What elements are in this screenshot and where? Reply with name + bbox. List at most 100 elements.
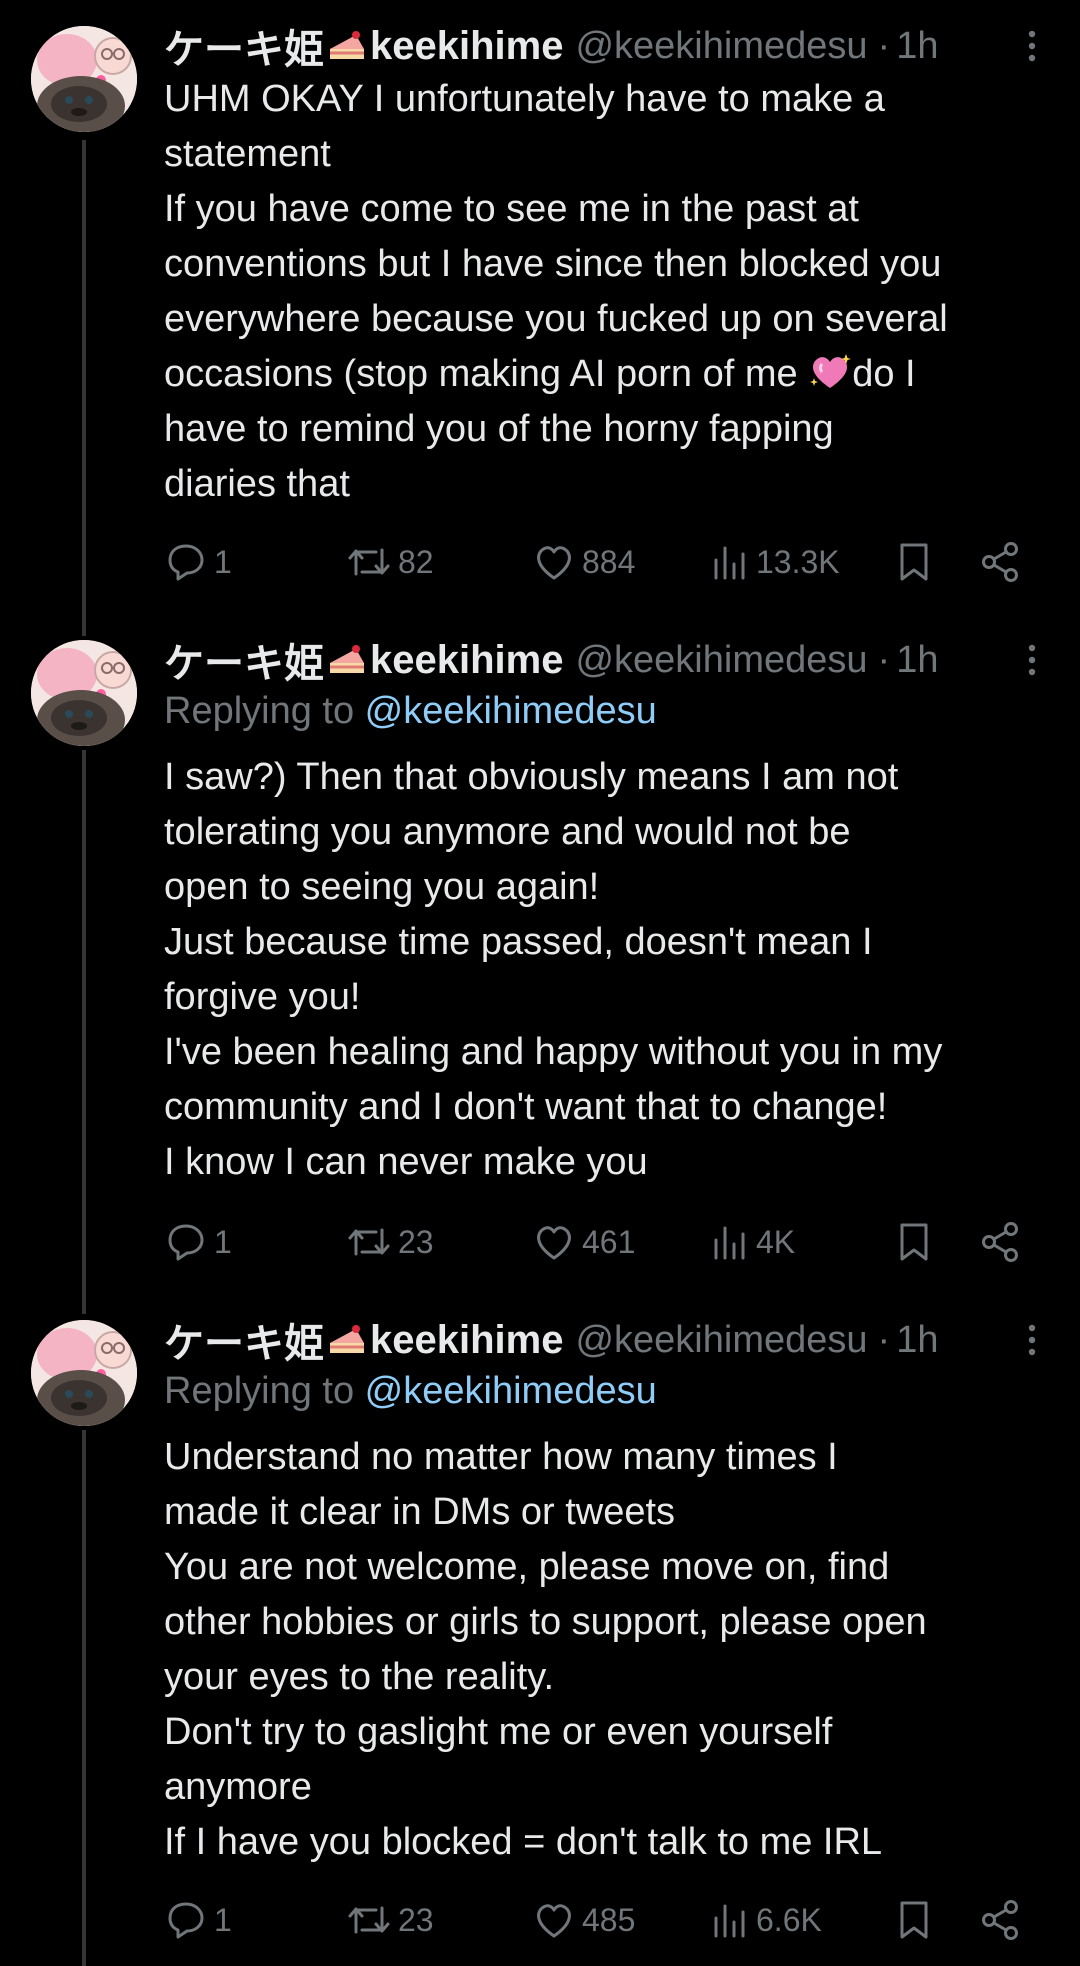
tweet-text-line: If you have come to see me in the past a… [164, 188, 859, 230]
like-count: 485 [582, 1901, 636, 1938]
tweet-text-line: forgive you! [164, 976, 361, 1018]
mention-link[interactable]: @keekihimedesu [365, 1370, 657, 1412]
like-button[interactable]: 485 [532, 1892, 635, 1948]
timestamp[interactable]: 1h [896, 1319, 938, 1362]
user-handle[interactable]: @keekihimedesu [575, 1319, 867, 1362]
tweet-text-line: open to seeing you again! [164, 866, 600, 908]
tweet-text: UHM OKAY I unfortunately have to make a … [164, 72, 1064, 512]
user-handle[interactable]: @keekihimedesu [575, 639, 867, 682]
display-name[interactable]: ケーキ姫 keekihime [164, 631, 563, 689]
avatar-image [31, 1320, 137, 1426]
tweet-text-line: other hobbies or girls to support, pleas… [164, 1601, 927, 1643]
tweet-text-line: have to remind you of the horny fapping [164, 408, 834, 450]
tweet-text-line: I saw?) Then that obviously means I am n… [164, 756, 899, 798]
timestamp[interactable]: 1h [896, 639, 938, 682]
more-options-icon[interactable] [1014, 642, 1050, 678]
repost-count: 23 [398, 1901, 434, 1938]
tweet-text-line: conventions but I have since then blocke… [164, 243, 942, 285]
tweet-text-line: I've been healing and happy without you … [164, 1031, 943, 1073]
tweet-text-line: If I have you blocked = don't talk to me… [164, 1821, 883, 1863]
like-count: 461 [582, 1223, 636, 1260]
mention-link[interactable]: @keekihimedesu [365, 690, 657, 732]
reply-icon [168, 544, 204, 581]
avatar-image [31, 640, 137, 746]
more-options-icon[interactable] [1014, 1322, 1050, 1358]
user-handle[interactable]: @keekihimedesu [575, 25, 867, 68]
share-button[interactable] [978, 1214, 1022, 1270]
separator-dot: · [877, 24, 891, 67]
view-count: 13.3K [756, 543, 840, 580]
display-name[interactable]: ケーキ姫 keekihime [164, 17, 563, 75]
tweet-header: ケーキ姫 keekihime @keekihimedesu · 1h [164, 18, 1064, 74]
views-chart-icon [714, 1226, 745, 1260]
display-name-prefix: ケーキ姫 [164, 1322, 324, 1366]
views-button[interactable]: 4K [710, 1214, 795, 1270]
replying-to: Replying to @keekihimedesu [164, 1370, 657, 1413]
tweet-text-line: everywhere because you fucked up on seve… [164, 298, 948, 340]
tweet-text-line: You are not welcome, please move on, fin… [164, 1546, 890, 1588]
display-name-suffix: keekihime [370, 1317, 564, 1362]
avatar-image [31, 26, 137, 132]
tweet-text-line: diaries that [164, 463, 350, 505]
heart-icon [537, 546, 571, 580]
display-name[interactable]: ケーキ姫 keekihime [164, 1311, 563, 1369]
repost-icon [348, 1228, 390, 1256]
sparkling-heart-icon [810, 354, 852, 388]
avatar[interactable] [31, 26, 137, 132]
replying-to: Replying to @keekihimedesu [164, 690, 657, 733]
repost-button[interactable]: 23 [346, 1214, 434, 1270]
like-button[interactable]: 884 [532, 534, 635, 590]
avatar[interactable] [31, 1320, 137, 1426]
heart-icon [537, 1226, 571, 1260]
tweet-header: ケーキ姫 keekihime @keekihimedesu · 1h [164, 632, 1064, 688]
like-button[interactable]: 461 [532, 1214, 635, 1270]
separator-dot: · [877, 1318, 891, 1361]
more-options-icon[interactable] [1014, 28, 1050, 64]
display-name-prefix: ケーキ姫 [164, 28, 324, 72]
repost-button[interactable]: 82 [346, 534, 434, 590]
tweet-text-line: UHM OKAY I unfortunately have to make a [164, 78, 885, 120]
tweet-actions: 1 23 461 4K [164, 1214, 1044, 1270]
share-button[interactable] [978, 534, 1022, 590]
reply-icon [168, 1902, 204, 1939]
display-name-suffix: keekihime [370, 637, 564, 682]
tweet-text-line: Just because time passed, doesn't mean I [164, 921, 873, 963]
tweet[interactable]: ケーキ姫 keekihime @keekihimedesu · 1h Reply… [0, 1294, 1080, 1966]
tweet-text-line: community and I don't want that to chang… [164, 1086, 888, 1128]
tweet-text-segment: occasions (stop making AI porn of me [164, 353, 809, 395]
tweet-header: ケーキ姫 keekihime @keekihimedesu · 1h [164, 1312, 1064, 1368]
tweet[interactable]: ケーキ姫 keekihime @keekihimedesu · 1h Reply… [0, 614, 1080, 1294]
repost-count: 23 [398, 1223, 434, 1260]
share-button[interactable] [978, 1892, 1022, 1948]
reply-button[interactable]: 1 [164, 1892, 232, 1948]
tweet[interactable]: ケーキ姫 keekihime @keekihimedesu · 1h UHM O… [0, 0, 1080, 640]
reply-button[interactable]: 1 [164, 534, 232, 590]
cake-slice-icon [330, 1325, 364, 1353]
avatar[interactable] [31, 640, 137, 746]
bookmark-button[interactable] [894, 1214, 934, 1270]
repost-button[interactable]: 23 [346, 1892, 434, 1948]
replying-to-label: Replying to [164, 1370, 365, 1412]
like-count: 884 [582, 543, 636, 580]
bookmark-icon [900, 543, 928, 581]
bookmark-icon [900, 1901, 928, 1939]
views-button[interactable]: 13.3K [710, 534, 840, 590]
tweet-text-line: Don't try to gaslight me or even yoursel… [164, 1711, 833, 1753]
bookmark-button[interactable] [894, 1892, 934, 1948]
display-name-prefix: ケーキ姫 [164, 642, 324, 686]
tweet-actions: 1 23 485 6.6K [164, 1892, 1044, 1948]
reply-button[interactable]: 1 [164, 1214, 232, 1270]
tweet-text-segment: do I [852, 353, 916, 395]
repost-icon [348, 548, 390, 576]
repost-count: 82 [398, 543, 434, 580]
repost-icon [348, 1906, 390, 1934]
bookmark-button[interactable] [894, 534, 934, 590]
separator-dot: · [877, 638, 891, 681]
tweet-text-line: tolerating you anymore and would not be [164, 811, 851, 853]
views-button[interactable]: 6.6K [710, 1892, 822, 1948]
timestamp[interactable]: 1h [896, 25, 938, 68]
tweet-text-line: occasions (stop making AI porn of me do … [164, 347, 1064, 402]
share-icon [982, 542, 1018, 582]
tweet-text-line: your eyes to the reality. [164, 1656, 555, 1698]
view-count: 4K [756, 1223, 796, 1260]
